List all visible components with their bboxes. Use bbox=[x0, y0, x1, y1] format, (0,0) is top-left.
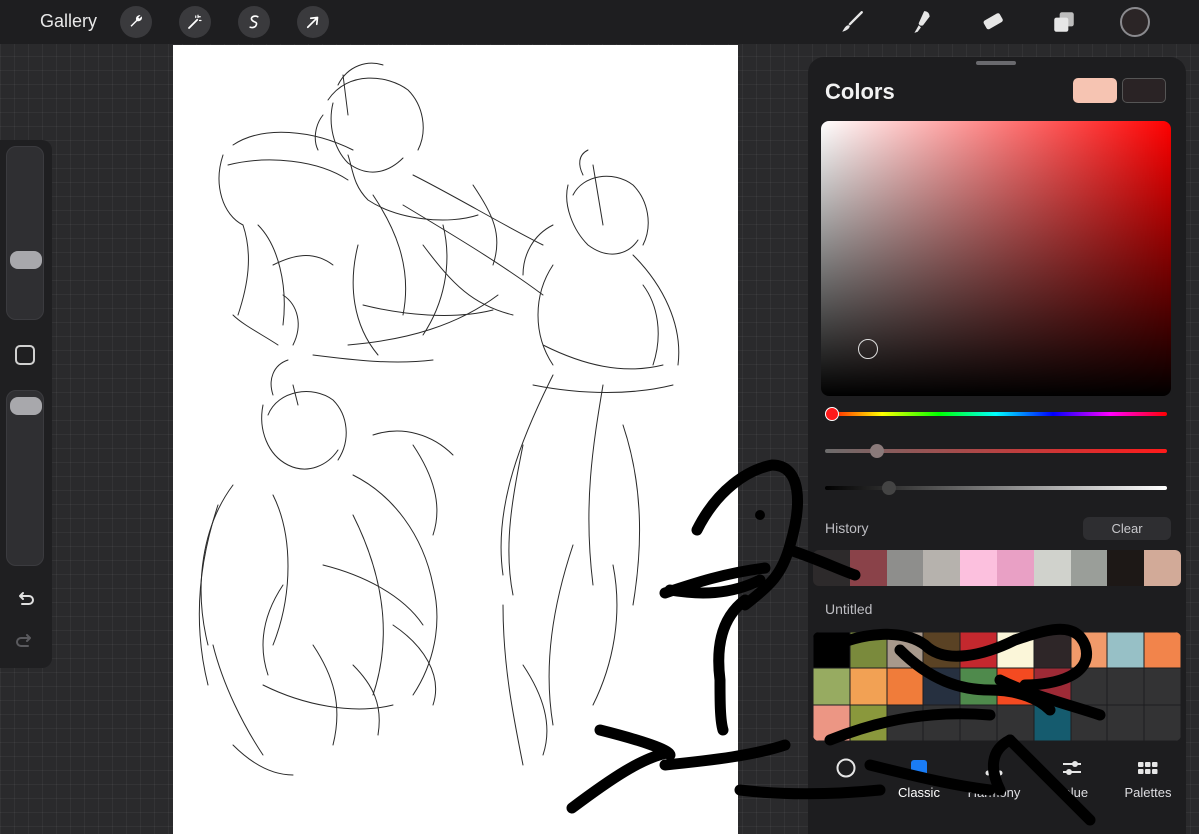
tab-harmony[interactable]: Harmony bbox=[956, 753, 1032, 800]
palette-swatch[interactable] bbox=[996, 632, 1034, 669]
wrench-icon[interactable] bbox=[120, 6, 152, 38]
palette-swatch[interactable] bbox=[1107, 704, 1145, 741]
palette-swatch[interactable] bbox=[923, 668, 961, 705]
palette-swatch[interactable] bbox=[849, 632, 887, 669]
palette-swatch[interactable] bbox=[1144, 704, 1181, 741]
opacity-slider[interactable] bbox=[6, 390, 44, 566]
history-swatches bbox=[813, 550, 1181, 586]
history-swatch[interactable] bbox=[886, 550, 924, 586]
history-swatch[interactable] bbox=[1070, 550, 1108, 586]
layers-icon[interactable] bbox=[1048, 6, 1080, 38]
saturation-slider[interactable] bbox=[825, 444, 1167, 458]
panel-grabber[interactable] bbox=[976, 61, 1016, 65]
palette-swatch[interactable] bbox=[1144, 668, 1181, 705]
palette-swatch[interactable] bbox=[849, 668, 887, 705]
tab-palettes[interactable]: Palettes bbox=[1110, 753, 1186, 800]
palette-swatch[interactable] bbox=[813, 668, 850, 705]
palette-swatch[interactable] bbox=[996, 704, 1034, 741]
tab-disc[interactable]: Disc bbox=[808, 753, 884, 800]
panel-title: Colors bbox=[825, 79, 895, 104]
color-mode-tabs: Disc Classic Harmony Value Palettes bbox=[808, 753, 1186, 813]
undo-icon[interactable] bbox=[13, 587, 37, 611]
palette-swatch[interactable] bbox=[1144, 632, 1181, 669]
drawing-canvas[interactable] bbox=[173, 45, 738, 834]
history-swatch[interactable] bbox=[813, 550, 850, 586]
transform-arrow-icon[interactable] bbox=[297, 6, 329, 38]
left-sidebar bbox=[0, 140, 52, 668]
redo-icon[interactable] bbox=[13, 629, 37, 653]
palettes-grid-icon bbox=[1138, 762, 1158, 774]
saturation-brightness-box[interactable] bbox=[821, 121, 1171, 396]
hue-slider[interactable] bbox=[825, 407, 1167, 421]
palette-swatch[interactable] bbox=[960, 704, 997, 741]
brightness-knob[interactable] bbox=[882, 481, 896, 495]
brush-icon[interactable] bbox=[836, 6, 868, 38]
palette-swatch[interactable] bbox=[1070, 668, 1108, 705]
palette-swatch[interactable] bbox=[886, 668, 924, 705]
primary-color-swatch[interactable] bbox=[1073, 78, 1117, 103]
palette-swatch[interactable] bbox=[996, 668, 1034, 705]
palette-swatch[interactable] bbox=[923, 632, 961, 669]
palette-swatch[interactable] bbox=[1107, 632, 1145, 669]
palette-swatch[interactable] bbox=[960, 632, 997, 669]
classic-square-icon bbox=[911, 760, 927, 776]
eraser-icon[interactable] bbox=[977, 6, 1009, 38]
opacity-thumb[interactable] bbox=[10, 397, 42, 415]
tab-label: Palettes bbox=[1124, 785, 1172, 800]
top-toolbar: Gallery bbox=[0, 0, 1199, 44]
current-color-button[interactable] bbox=[1120, 7, 1150, 37]
smudge-icon[interactable] bbox=[906, 6, 938, 38]
brush-size-thumb[interactable] bbox=[10, 251, 42, 269]
color-picker-ring[interactable] bbox=[858, 339, 878, 359]
secondary-color-swatch[interactable] bbox=[1122, 78, 1166, 103]
palette-swatch[interactable] bbox=[1033, 632, 1071, 669]
harmony-icon bbox=[985, 759, 1003, 776]
history-swatch[interactable] bbox=[1107, 550, 1145, 586]
hue-knob[interactable] bbox=[825, 407, 839, 421]
palette-swatch[interactable] bbox=[1033, 668, 1071, 705]
modifier-square-button[interactable] bbox=[15, 345, 35, 365]
palette-swatch[interactable] bbox=[1070, 704, 1108, 741]
tab-value[interactable]: Value bbox=[1034, 753, 1110, 800]
palette-swatch[interactable] bbox=[1033, 704, 1071, 741]
scribble-dot bbox=[755, 510, 765, 520]
saturation-knob[interactable] bbox=[870, 444, 884, 458]
sliders-icon bbox=[1063, 761, 1081, 775]
palette-swatch[interactable] bbox=[886, 632, 924, 669]
palette-swatch[interactable] bbox=[1107, 668, 1145, 705]
palette-swatch[interactable] bbox=[1070, 632, 1108, 669]
clear-history-button[interactable]: Clear bbox=[1083, 517, 1171, 540]
line-sketch bbox=[198, 62, 680, 776]
tab-label: Value bbox=[1055, 785, 1089, 800]
palette-swatch[interactable] bbox=[813, 632, 850, 669]
history-swatch[interactable] bbox=[923, 550, 961, 586]
palette-swatch[interactable] bbox=[923, 704, 961, 741]
tab-label: Classic bbox=[898, 785, 940, 800]
selection-icon[interactable] bbox=[238, 6, 270, 38]
magic-wand-icon[interactable] bbox=[179, 6, 211, 38]
palette-swatch[interactable] bbox=[849, 704, 887, 741]
palette-swatch[interactable] bbox=[813, 704, 850, 741]
palette-label: Untitled bbox=[825, 601, 873, 617]
history-swatch[interactable] bbox=[996, 550, 1034, 586]
disc-icon bbox=[836, 758, 856, 778]
palette-grid bbox=[813, 632, 1181, 741]
history-swatch[interactable] bbox=[960, 550, 997, 586]
history-swatch[interactable] bbox=[1144, 550, 1181, 586]
tab-classic[interactable]: Classic bbox=[881, 753, 957, 800]
tab-label: Disc bbox=[833, 785, 859, 800]
history-label: History bbox=[825, 520, 869, 536]
colors-panel: Colors History Clear Untitled Disc Class… bbox=[808, 57, 1186, 834]
palette-swatch[interactable] bbox=[886, 704, 924, 741]
gallery-button[interactable]: Gallery bbox=[40, 11, 97, 32]
history-swatch[interactable] bbox=[849, 550, 887, 586]
brush-size-slider[interactable] bbox=[6, 146, 44, 320]
palette-swatch[interactable] bbox=[960, 668, 997, 705]
tab-label: Harmony bbox=[967, 785, 1021, 800]
history-swatch[interactable] bbox=[1033, 550, 1071, 586]
brightness-slider[interactable] bbox=[825, 481, 1167, 495]
